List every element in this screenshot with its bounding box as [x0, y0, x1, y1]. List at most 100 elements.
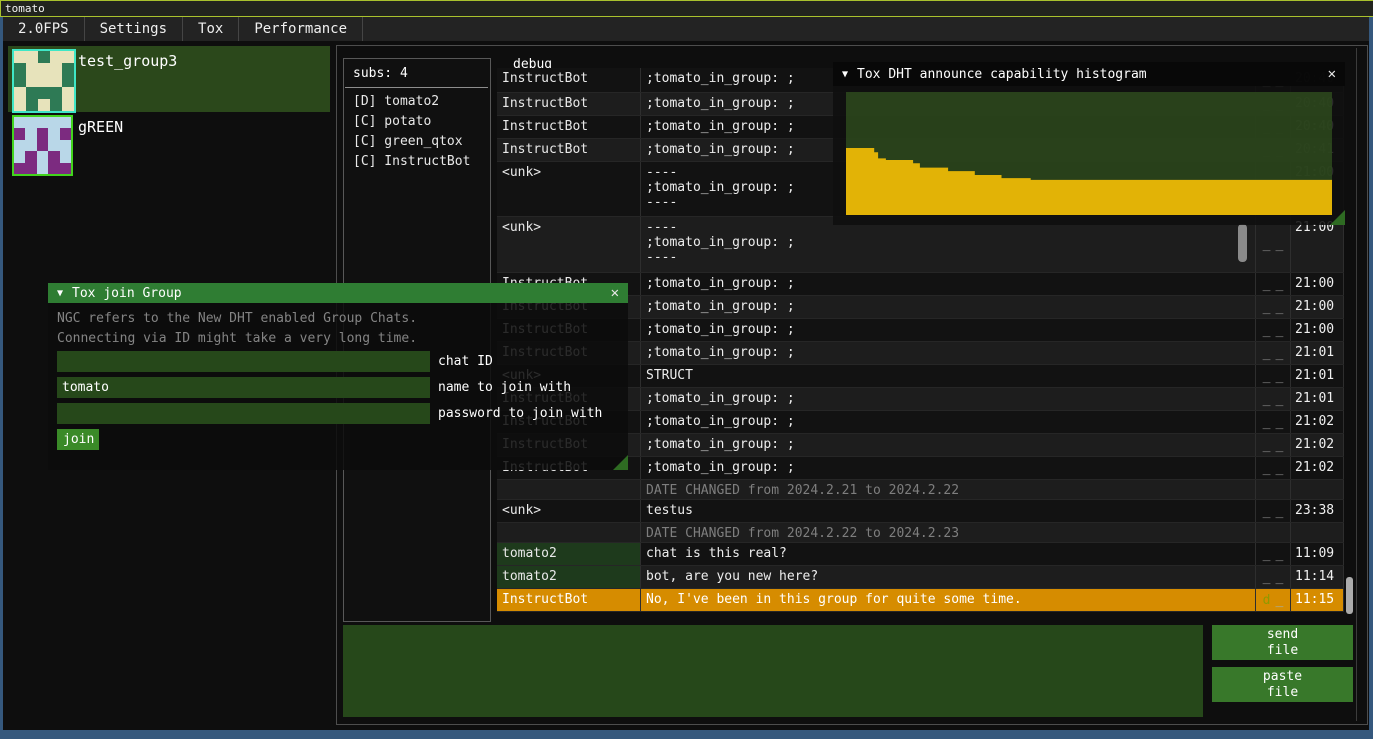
message-time: 21:02: [1291, 434, 1344, 456]
message-sender: tomato2: [497, 566, 641, 588]
avatar-pixel: [60, 140, 71, 151]
avatar-pixel: [25, 117, 36, 128]
avatar-pixel: [38, 51, 50, 63]
avatar-pixel: [14, 87, 26, 99]
avatar-pixel: [14, 51, 26, 63]
message-time: 11:14: [1291, 566, 1344, 588]
message-time: 21:00: [1291, 217, 1344, 272]
message-time: 21:02: [1291, 411, 1344, 433]
message-flags: __: [1256, 319, 1291, 341]
message-flags: __: [1256, 566, 1291, 588]
message-text: ;tomato_in_group: ;: [641, 388, 1256, 410]
chat-id-label: chat ID: [438, 354, 493, 369]
close-icon[interactable]: ✕: [611, 285, 619, 301]
avatar-pixel: [38, 75, 50, 87]
collapse-icon[interactable]: ▼: [57, 288, 63, 299]
group-avatar-icon: [12, 49, 76, 113]
menu-item-settings[interactable]: Settings: [85, 17, 183, 41]
message-sender: InstructBot: [497, 93, 641, 115]
message-flag: _: [1263, 415, 1271, 430]
message-text: ;tomato_in_group: ;: [641, 434, 1256, 456]
join-group-titlebar[interactable]: ▼ Tox join Group ✕: [48, 283, 628, 303]
message-time: 21:01: [1291, 365, 1344, 387]
date-divider-row[interactable]: DATE CHANGED from 2024.2.22 to 2024.2.23: [497, 523, 1344, 543]
avatar-pixel: [48, 151, 59, 162]
message-row[interactable]: tomato2bot, are you new here?__11:14: [497, 566, 1344, 589]
message-flag: _: [1263, 570, 1271, 585]
member-item[interactable]: [C] InstructBot: [353, 152, 470, 172]
message-flags: [1256, 523, 1291, 542]
avatar-pixel: [50, 75, 62, 87]
message-text: chat is this real?: [641, 543, 1256, 565]
avatar-pixel: [50, 99, 62, 111]
histogram-series: [846, 148, 1332, 215]
message-row[interactable]: <unk>testus__23:38: [497, 500, 1344, 523]
message-sender: InstructBot: [497, 589, 641, 611]
message-text: bot, are you new here?: [641, 566, 1256, 588]
message-flag: _: [1276, 277, 1284, 292]
message-flag: _: [1263, 369, 1271, 384]
join-group-dialog[interactable]: ▼ Tox join Group ✕ NGC refers to the New…: [48, 283, 628, 470]
message-flag: _: [1263, 300, 1271, 315]
dht-histogram-plot: [846, 92, 1332, 215]
menu-item-tox[interactable]: Tox: [183, 17, 239, 41]
sidebar-group-gREEN[interactable]: gREEN: [8, 112, 330, 172]
message-row[interactable]: InstructBotNo, I've been in this group f…: [497, 589, 1344, 612]
join-password-field[interactable]: [57, 403, 430, 424]
avatar-pixel: [38, 99, 50, 111]
message-flags: __: [1256, 500, 1291, 522]
message-sender: <unk>: [497, 217, 641, 272]
message-sender: <unk>: [497, 500, 641, 522]
members-list: [D] tomato2[C] potato[C] green_qtox[C] I…: [353, 92, 470, 172]
message-cell-scrollbar[interactable]: [1238, 224, 1247, 262]
avatar-pixel: [26, 75, 38, 87]
message-flag: _: [1276, 415, 1284, 430]
avatar-pixel: [62, 75, 74, 87]
menu-item-performance[interactable]: Performance: [239, 17, 363, 41]
member-item[interactable]: [C] green_qtox: [353, 132, 470, 152]
resize-grip[interactable]: [613, 455, 628, 470]
message-input[interactable]: [343, 625, 1203, 717]
avatar-pixel: [38, 87, 50, 99]
date-divider-row[interactable]: DATE CHANGED from 2024.2.21 to 2024.2.22: [497, 480, 1344, 500]
resize-grip[interactable]: [1330, 210, 1345, 225]
message-flag: _: [1263, 504, 1271, 519]
avatar-pixel: [37, 151, 48, 162]
sidebar-group-test_group3[interactable]: test_group3: [8, 46, 330, 112]
close-icon[interactable]: ✕: [1328, 66, 1336, 82]
avatar-pixel: [60, 151, 71, 162]
members-header: subs: 4: [353, 66, 408, 81]
send-file-button[interactable]: send file: [1212, 625, 1353, 660]
message-sender: InstructBot: [497, 116, 641, 138]
join-button[interactable]: join: [57, 429, 99, 450]
message-flag: _: [1263, 438, 1271, 453]
message-flags: __: [1256, 296, 1291, 318]
avatar-pixel: [26, 87, 38, 99]
message-flags: __: [1256, 365, 1291, 387]
window-titlebar[interactable]: tomato: [0, 0, 1373, 17]
dht-histogram-window[interactable]: ▼ Tox DHT announce capability histogram …: [833, 62, 1345, 225]
message-flags: d_: [1256, 589, 1291, 611]
avatar-pixel: [14, 99, 26, 111]
chat-scrollbar[interactable]: [1346, 577, 1353, 614]
collapse-icon[interactable]: ▼: [842, 69, 848, 80]
avatar-pixel: [26, 63, 38, 75]
menu-item-2-0fps[interactable]: 2.0FPS: [3, 17, 85, 41]
chat-id-field[interactable]: [57, 351, 430, 372]
member-item[interactable]: [D] tomato2: [353, 92, 470, 112]
paste-file-button[interactable]: paste file: [1212, 667, 1353, 702]
avatar-pixel: [26, 99, 38, 111]
dht-histogram-titlebar[interactable]: ▼ Tox DHT announce capability histogram …: [833, 62, 1345, 86]
message-sender: InstructBot: [497, 139, 641, 161]
message-flag: _: [1263, 547, 1271, 562]
message-flags: __: [1256, 273, 1291, 295]
avatar-pixel: [50, 87, 62, 99]
message-flag: _: [1276, 593, 1284, 608]
avatar-pixel: [37, 117, 48, 128]
message-row[interactable]: tomato2chat is this real?__11:09: [497, 543, 1344, 566]
message-row[interactable]: <unk>---- ;tomato_in_group: ; ----__21:0…: [497, 217, 1344, 273]
message-text: ;tomato_in_group: ;: [641, 296, 1256, 318]
member-item[interactable]: [C] potato: [353, 112, 470, 132]
join-name-field[interactable]: [57, 377, 430, 398]
date-divider-text: DATE CHANGED from 2024.2.21 to 2024.2.22: [641, 480, 1256, 499]
